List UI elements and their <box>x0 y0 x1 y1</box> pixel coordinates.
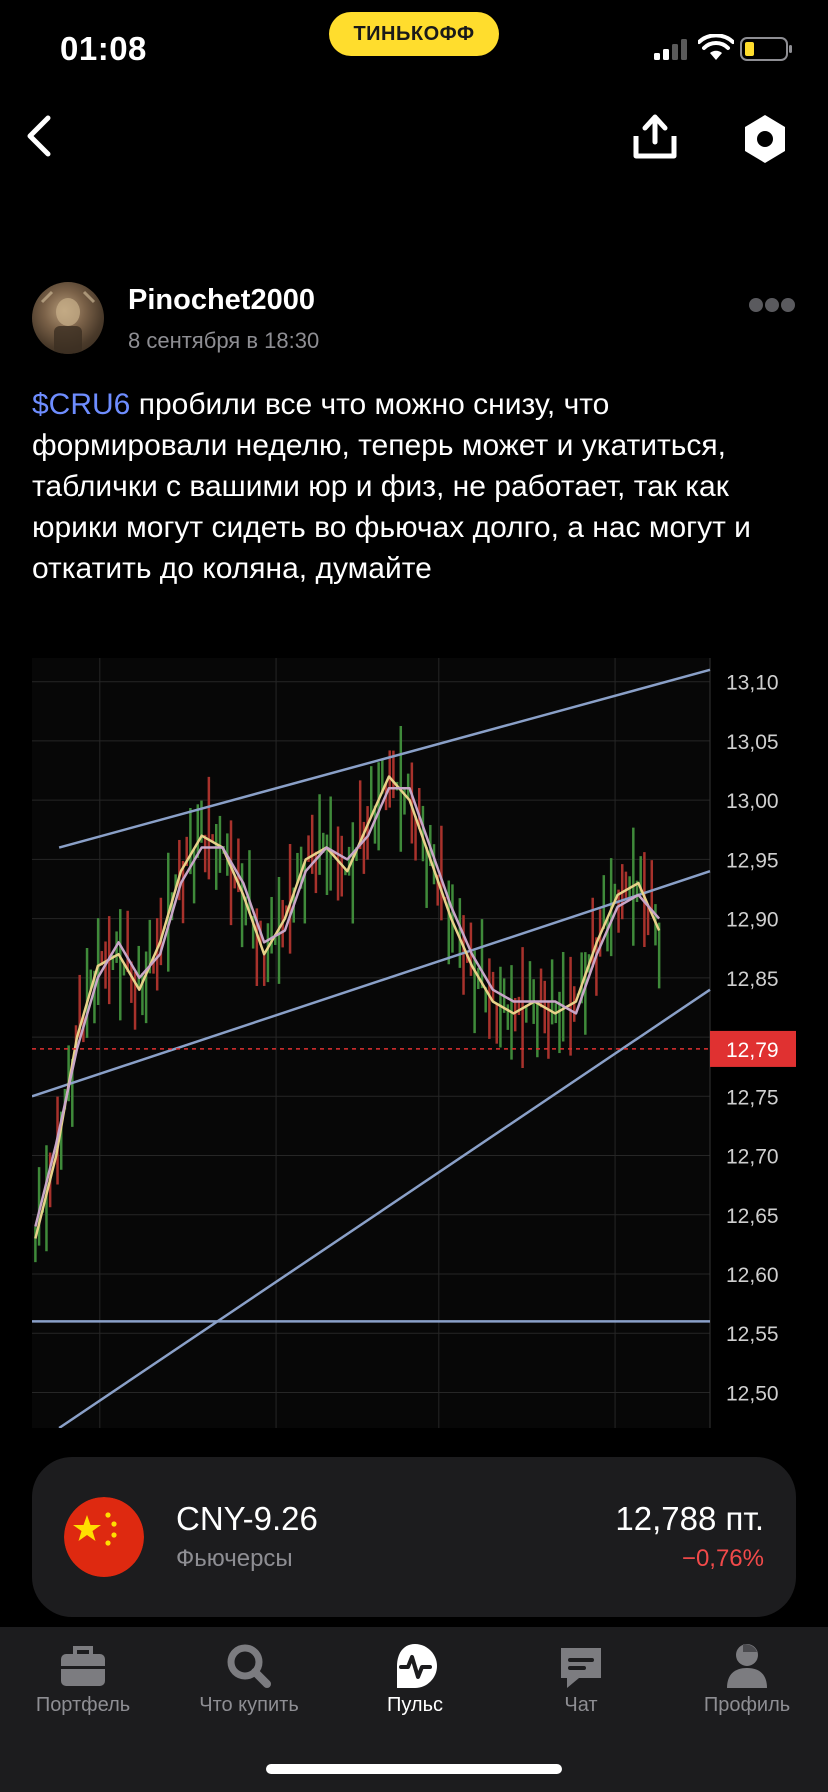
author-name[interactable]: Pinochet2000 <box>128 284 315 317</box>
profile-icon <box>727 1644 767 1688</box>
tab-what-to-buy-label: Что купить <box>199 1694 299 1716</box>
post-text: пробили все что можно снизу, что формиро… <box>32 388 751 585</box>
status-time: 01:08 <box>60 30 147 67</box>
china-flag-icon <box>64 1497 144 1577</box>
y-tick-label: 12,95 <box>726 849 779 872</box>
tab-portfolio-label: Портфель <box>35 1694 131 1716</box>
price-chart[interactable]: 13,10 13,05 13,00 12,95 12,90 12,85 12,75 12,70… <box>32 658 796 1428</box>
brand-badge: ТИНЬКОФФ <box>329 12 499 56</box>
y-tick-label: 13,05 <box>726 731 779 754</box>
ticker-link[interactable]: $CRU6 <box>32 388 130 421</box>
y-tick-label: 13,00 <box>726 790 779 813</box>
y-tick-label: 12,75 <box>726 1086 779 1109</box>
tab-profile-label: Профиль <box>703 1694 791 1716</box>
instrument-type: Фьючерсы <box>176 1545 293 1572</box>
author-avatar[interactable] <box>32 282 104 354</box>
back-icon[interactable] <box>22 112 58 160</box>
instrument-name: CNY-9.26 <box>176 1500 318 1537</box>
y-tick-label: 12,70 <box>726 1146 779 1169</box>
y-tick-label: 12,60 <box>726 1264 779 1287</box>
instrument-price: 12,788 пт. <box>615 1500 764 1537</box>
cellular-signal-icon <box>654 39 687 60</box>
settings-icon[interactable] <box>740 112 790 166</box>
y-tick-label: 12,90 <box>726 909 779 932</box>
home-indicator[interactable] <box>266 1764 562 1774</box>
search-icon <box>227 1644 271 1688</box>
y-tick-label: 12,50 <box>726 1382 779 1405</box>
briefcase-icon <box>61 1646 105 1686</box>
tab-chat-label: Чат <box>564 1694 598 1716</box>
instrument-change: −0,76% <box>681 1545 764 1572</box>
battery-icon <box>740 37 792 61</box>
y-tick-label: 12,65 <box>726 1205 779 1228</box>
pulse-icon <box>397 1644 437 1688</box>
post-body: $CRU6 пробили все что можно снизу, что ф… <box>32 384 792 589</box>
wifi-icon <box>698 34 734 60</box>
share-icon[interactable] <box>630 112 680 162</box>
current-price-label: 12,79 <box>726 1039 779 1062</box>
y-tick-label: 12,85 <box>726 968 779 991</box>
tab-pulse-label: Пульс <box>386 1694 444 1716</box>
more-options-icon[interactable] <box>748 296 796 314</box>
y-tick-label: 12,55 <box>726 1323 779 1346</box>
y-tick-label: 13,10 <box>726 672 779 695</box>
post-date: 8 сентября в 18:30 <box>128 328 320 353</box>
chat-icon <box>561 1648 601 1688</box>
